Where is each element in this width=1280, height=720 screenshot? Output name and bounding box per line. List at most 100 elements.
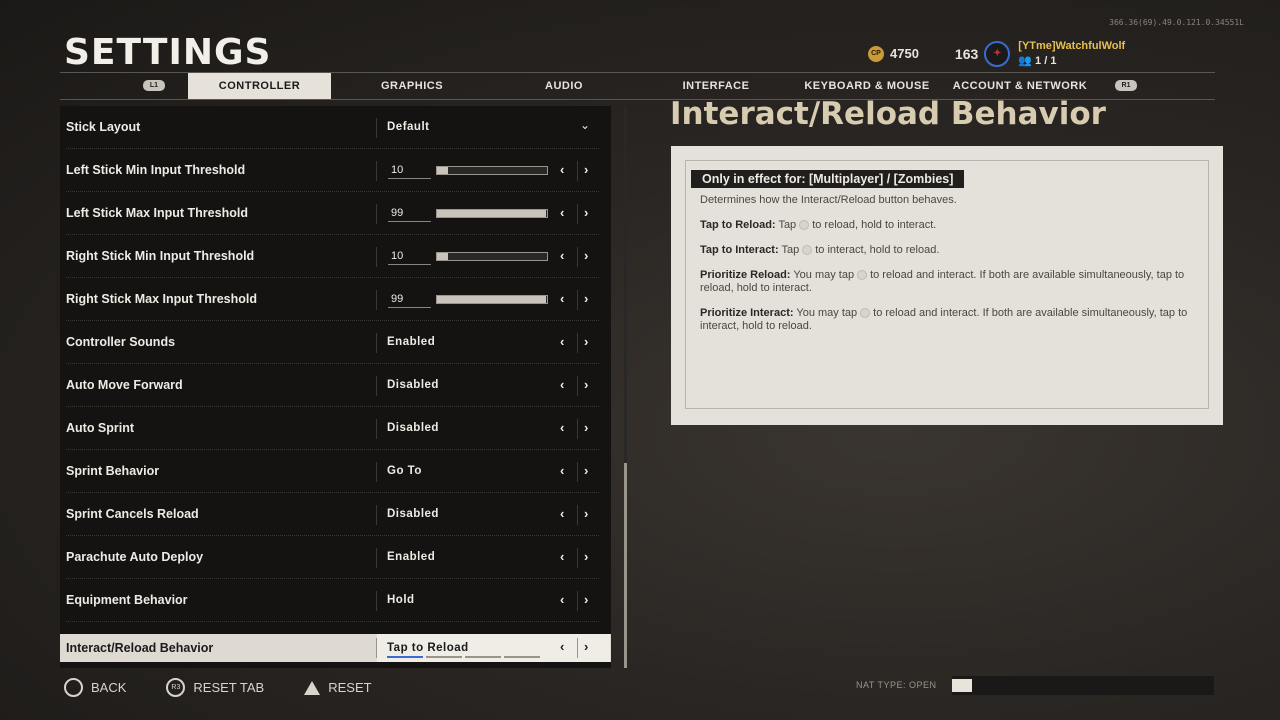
chevron-right-icon[interactable]: › [584, 377, 588, 392]
chevron-left-icon[interactable]: ‹ [560, 205, 564, 220]
reset-button[interactable]: RESET [304, 680, 372, 695]
reset-tab-button[interactable]: R3 RESET TAB [166, 678, 264, 697]
chevron-left-icon[interactable]: ‹ [560, 463, 564, 478]
threshold-slider[interactable] [436, 209, 548, 218]
threshold-slider[interactable] [436, 166, 548, 175]
divider [376, 505, 377, 525]
player-header: CP 4750 163 ✦ [YTme]WatchfulWolf 👥 1 / 1 [868, 40, 1125, 67]
divider [376, 638, 377, 658]
option-indicator-active [387, 656, 423, 658]
circle-button-icon [64, 678, 83, 697]
option-prioritize-reload: Prioritize Reload: You may tap to reload … [700, 269, 1195, 295]
setting-row-right-stick-max[interactable]: Right Stick Max Input Threshold 99 ‹ › [60, 278, 611, 321]
option-text: to interact, hold to reload. [815, 244, 940, 256]
option-name: Prioritize Interact: [700, 307, 794, 319]
chevron-left-icon[interactable]: ‹ [560, 162, 564, 177]
setting-row-sprint-behavior[interactable]: Sprint Behavior Go To ‹ › [60, 450, 611, 493]
tab-graphics[interactable]: GRAPHICS [362, 73, 462, 99]
setting-row-stick-layout[interactable]: Stick Layout Default ⌄ [60, 106, 611, 149]
back-button[interactable]: BACK [64, 678, 126, 697]
setting-row-right-stick-min[interactable]: Right Stick Min Input Threshold 10 ‹ › [60, 235, 611, 278]
build-info: 366.36(69).49.0.121.0.34551L [1109, 18, 1244, 27]
chevron-right-icon[interactable]: › [584, 463, 588, 478]
threshold-slider[interactable] [436, 295, 548, 304]
setting-label: Equipment Behavior [66, 593, 188, 607]
chevron-right-icon[interactable]: › [584, 420, 588, 435]
l1-bumper-icon[interactable]: L1 [143, 80, 165, 91]
scrollbar-thumb[interactable] [624, 463, 627, 668]
setting-label: Auto Sprint [66, 421, 135, 435]
setting-row-interact-reload-behavior[interactable]: Interact/Reload Behavior Tap to Reload ‹… [60, 634, 611, 662]
detail-card: Only in effect for: [Multiplayer] / [Zom… [671, 146, 1223, 425]
option-indicator [465, 656, 501, 658]
slider-value-input[interactable]: 99 [388, 207, 431, 222]
chevron-left-icon[interactable]: ‹ [560, 377, 564, 392]
chevron-left-icon[interactable]: ‹ [560, 420, 564, 435]
chevron-left-icon[interactable]: ‹ [560, 639, 564, 654]
setting-row-controller-sounds[interactable]: Controller Sounds Enabled ‹ › [60, 321, 611, 364]
chevron-left-icon[interactable]: ‹ [560, 549, 564, 564]
setting-row-left-stick-min[interactable]: Left Stick Min Input Threshold 10 ‹ › [60, 149, 611, 192]
setting-row-left-stick-max[interactable]: Left Stick Max Input Threshold 99 ‹ › [60, 192, 611, 235]
chevron-down-icon[interactable]: ⌄ [580, 118, 590, 132]
party-icon: 👥 [1018, 55, 1032, 67]
chevron-right-icon[interactable]: › [584, 248, 588, 263]
setting-label: Left Stick Min Input Threshold [66, 163, 246, 177]
divider [577, 591, 578, 611]
divider [577, 376, 578, 396]
chevron-left-icon[interactable]: ‹ [560, 248, 564, 263]
cod-points-amount: 4750 [890, 46, 919, 61]
chevron-right-icon[interactable]: › [584, 334, 588, 349]
chevron-right-icon[interactable]: › [584, 291, 588, 306]
setting-value: Disabled [387, 508, 439, 520]
setting-row-sprint-cancels-reload[interactable]: Sprint Cancels Reload Disabled ‹ › [60, 493, 611, 536]
setting-label: Controller Sounds [66, 335, 176, 349]
option-indicator [504, 656, 540, 658]
slider-value-input[interactable]: 10 [388, 250, 431, 265]
divider [376, 419, 377, 439]
setting-label: Interact/Reload Behavior [66, 641, 214, 655]
divider [577, 548, 578, 568]
divider [577, 161, 578, 181]
divider [376, 161, 377, 181]
chevron-right-icon[interactable]: › [584, 205, 588, 220]
slider-value-input[interactable]: 99 [388, 293, 431, 308]
chevron-left-icon[interactable]: ‹ [560, 592, 564, 607]
chevron-right-icon[interactable]: › [584, 592, 588, 607]
slider-fill [437, 296, 546, 303]
network-indicator [952, 679, 972, 692]
divider [577, 290, 578, 310]
setting-row-equipment-behavior[interactable]: Equipment Behavior Hold ‹ › [60, 579, 611, 622]
rank-emblem-icon: ✦ [984, 40, 1011, 67]
reset-label: RESET [328, 680, 372, 695]
chevron-right-icon[interactable]: › [584, 549, 588, 564]
divider [376, 376, 377, 396]
chevron-left-icon[interactable]: ‹ [560, 291, 564, 306]
tab-controller[interactable]: CONTROLLER [188, 73, 331, 99]
tab-audio[interactable]: AUDIO [514, 73, 614, 99]
square-button-icon [860, 308, 871, 319]
setting-label: Sprint Cancels Reload [66, 507, 199, 521]
chevron-right-icon[interactable]: › [584, 639, 588, 654]
threshold-slider[interactable] [436, 252, 548, 261]
chevron-right-icon[interactable]: › [584, 506, 588, 521]
slider-value-input[interactable]: 10 [388, 164, 431, 179]
chevron-right-icon[interactable]: › [584, 162, 588, 177]
player-name: [YTme]WatchfulWolf [1018, 40, 1126, 52]
chevron-left-icon[interactable]: ‹ [560, 506, 564, 521]
option-text: Tap [778, 219, 797, 231]
r1-bumper-icon[interactable]: R1 [1115, 80, 1137, 91]
divider [376, 204, 377, 224]
setting-label: Auto Move Forward [66, 378, 183, 392]
divider [376, 290, 377, 310]
setting-value: Tap to Reload [387, 642, 469, 654]
chevron-left-icon[interactable]: ‹ [560, 334, 564, 349]
party-count-value: 1 / 1 [1035, 55, 1057, 67]
divider [577, 247, 578, 267]
divider [376, 591, 377, 611]
setting-row-auto-sprint[interactable]: Auto Sprint Disabled ‹ › [60, 407, 611, 450]
setting-row-auto-move-forward[interactable]: Auto Move Forward Disabled ‹ › [60, 364, 611, 407]
setting-row-parachute-auto-deploy[interactable]: Parachute Auto Deploy Enabled ‹ › [60, 536, 611, 579]
slider-fill [437, 167, 448, 174]
settings-list: Stick Layout Default ⌄ Left Stick Min In… [60, 106, 611, 668]
